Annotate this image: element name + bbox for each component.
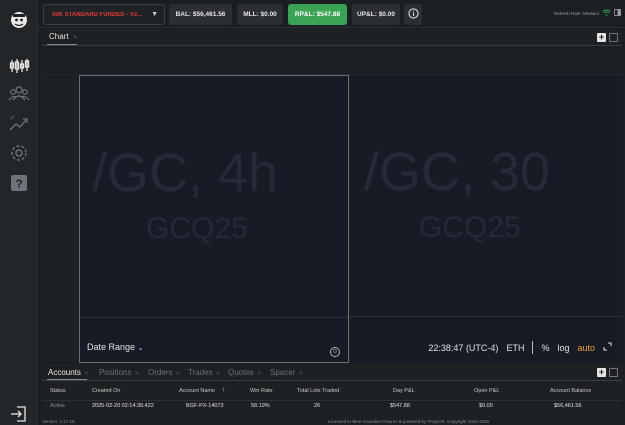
- open-pnl-cell: $0.00: [479, 403, 493, 409]
- bottom-tab-row: Accounts ✕ Positions ✕ Orders ✕ Trades ✕ Quo…: [42, 364, 622, 381]
- tab-label: Orders: [148, 368, 173, 377]
- tab-label: Positions: [99, 368, 132, 377]
- day-pnl-cell: $547.88: [390, 403, 410, 409]
- column-header[interactable]: Account Balance: [550, 388, 591, 394]
- sort-arrow-icon[interactable]: ↓: [222, 386, 226, 393]
- date-range-label: Date Range: [87, 342, 136, 352]
- balance-cell: $56,461.56: [554, 403, 582, 409]
- table-header: Status Created On Account Name ↓ Win Rat…: [42, 386, 622, 398]
- account-selector[interactable]: 50K STANDARD FUNDED - V2... ▼: [43, 4, 165, 25]
- tab-label: Trades: [188, 368, 213, 377]
- trend-icon[interactable]: [8, 113, 30, 135]
- bottom-panel-controls: +: [597, 368, 618, 377]
- chart-pane-right[interactable]: /GC, 30 GCQ25: [350, 75, 622, 363]
- tab-underline: [47, 44, 77, 45]
- close-icon[interactable]: ✕: [84, 371, 89, 377]
- chart-panel-controls: +: [597, 33, 618, 42]
- lots-cell: 26: [314, 403, 321, 409]
- date-range-button[interactable]: Date Range ⌄: [87, 342, 143, 352]
- column-header[interactable]: Open P&L: [474, 388, 499, 394]
- top-bar: 50K STANDARD FUNDED - V2... ▼ BAL: $56,4…: [38, 0, 625, 28]
- accounts-panel: Accounts ✕ Positions ✕ Orders ✕ Trades ✕ Quo…: [42, 364, 622, 419]
- created-cell: 2025-02-20 02:14:38.422: [92, 403, 154, 409]
- session-toggle[interactable]: ETH: [506, 343, 524, 353]
- contract-watermark: GCQ25: [419, 211, 521, 244]
- close-icon[interactable]: ✕: [257, 371, 262, 377]
- tab-label: Quotes: [228, 368, 254, 377]
- mll-badge: MLL: $0.00: [237, 4, 283, 25]
- win-rate-cell: 58.19%: [251, 403, 270, 409]
- logo-icon[interactable]: [8, 9, 30, 31]
- status-cell: Active: [50, 403, 65, 409]
- svg-text:?: ?: [15, 177, 22, 191]
- panel-toggle-icon: [614, 9, 621, 17]
- chart-tab-row: Chart ✕ +: [42, 29, 622, 46]
- contract-watermark: GCQ25: [146, 212, 248, 245]
- log-toggle[interactable]: log: [557, 343, 569, 353]
- license-text: Licensed to Blue Guardian Futures & powe…: [328, 419, 490, 424]
- account-selector-label: 50K STANDARD FUNDED - V2...: [52, 11, 143, 18]
- table-row[interactable]: Active 2025-02-20 02:14:38.422 BGF-PX-14…: [42, 400, 622, 412]
- chevron-down-icon: ⌄: [137, 345, 144, 352]
- tab-trades[interactable]: Trades ✕: [188, 368, 221, 377]
- maximize-icon[interactable]: [609, 33, 618, 42]
- close-icon[interactable]: ✕: [134, 371, 139, 377]
- pane-divider: [350, 316, 622, 317]
- divider: [532, 341, 534, 354]
- close-icon[interactable]: ✕: [298, 371, 303, 377]
- tab-label: Spacer: [270, 368, 296, 377]
- chevron-down-icon: ▼: [151, 11, 158, 18]
- info-icon: [407, 6, 419, 24]
- account-name-cell: BGF-PX-14073: [186, 403, 224, 409]
- auto-toggle[interactable]: auto: [577, 343, 595, 353]
- column-header[interactable]: Status: [50, 388, 66, 394]
- chart-footer: Date Range ⌄ 22:38:47 (UTC-4) ETH % log …: [42, 338, 622, 362]
- tab-chart-label: Chart: [49, 32, 69, 41]
- chart-footer-controls: 22:38:47 (UTC-4) ETH % log auto: [428, 341, 612, 354]
- symbol-watermark: /GC, 30: [364, 142, 551, 202]
- chart-panel: Chart ✕ + /GC, 4h GCQ25 ⊙ /GC, 30 GCQ25 D…: [42, 29, 622, 363]
- chart-toolbar: [42, 47, 622, 75]
- help-icon[interactable]: ?: [8, 172, 30, 194]
- column-header[interactable]: Day P&L: [393, 388, 415, 394]
- settings-icon[interactable]: [8, 142, 30, 164]
- unrealized-pnl-badge: UP&L: $0.00: [352, 4, 400, 25]
- version-label: Version: 1.17.15: [42, 419, 75, 424]
- chart-candles-icon[interactable]: [8, 55, 30, 77]
- info-button[interactable]: [404, 4, 422, 25]
- balance-badge: BAL: $56,461.56: [169, 4, 232, 25]
- pane-divider: [80, 317, 348, 318]
- fullscreen-icon[interactable]: [603, 342, 612, 353]
- add-panel-icon[interactable]: +: [597, 368, 606, 377]
- column-header[interactable]: Created On: [92, 388, 120, 394]
- column-header[interactable]: Total Lots Traded: [297, 388, 339, 394]
- tab-label: Accounts: [48, 368, 81, 377]
- tab-quotes[interactable]: Quotes ✕: [228, 368, 262, 377]
- tab-accounts[interactable]: Accounts ✕: [48, 368, 89, 377]
- sidebar: ?: [0, 0, 38, 425]
- maximize-icon[interactable]: [609, 368, 618, 377]
- add-panel-icon[interactable]: +: [597, 33, 606, 42]
- tab-chart[interactable]: Chart ✕: [49, 32, 78, 41]
- tab-underline: [47, 379, 87, 380]
- column-header[interactable]: Account Name: [179, 388, 215, 394]
- clock-time: 22:38:47 (UTC-4): [428, 342, 499, 353]
- symbol-watermark: /GC, 4h: [92, 143, 279, 203]
- tab-orders[interactable]: Orders ✕: [148, 368, 180, 377]
- column-header[interactable]: Win Rate: [250, 388, 273, 394]
- close-icon[interactable]: ✕: [216, 371, 221, 377]
- tab-spacer[interactable]: Spacer ✕: [270, 368, 303, 377]
- percent-toggle[interactable]: %: [541, 343, 549, 353]
- wifi-icon: [602, 9, 611, 17]
- realized-pnl-badge: RP&L: $547.88: [288, 4, 347, 25]
- tab-positions[interactable]: Positions ✕: [99, 368, 140, 377]
- chart-pane-left[interactable]: /GC, 4h GCQ25 ⊙: [79, 75, 349, 363]
- refresh-rate[interactable]: Refresh Rate: Medium: [554, 9, 621, 17]
- logout-icon[interactable]: [8, 403, 30, 425]
- close-icon[interactable]: ✕: [73, 35, 78, 41]
- refresh-rate-label: Refresh Rate: Medium: [553, 10, 599, 16]
- close-icon[interactable]: ✕: [175, 371, 180, 377]
- users-icon[interactable]: [8, 83, 30, 105]
